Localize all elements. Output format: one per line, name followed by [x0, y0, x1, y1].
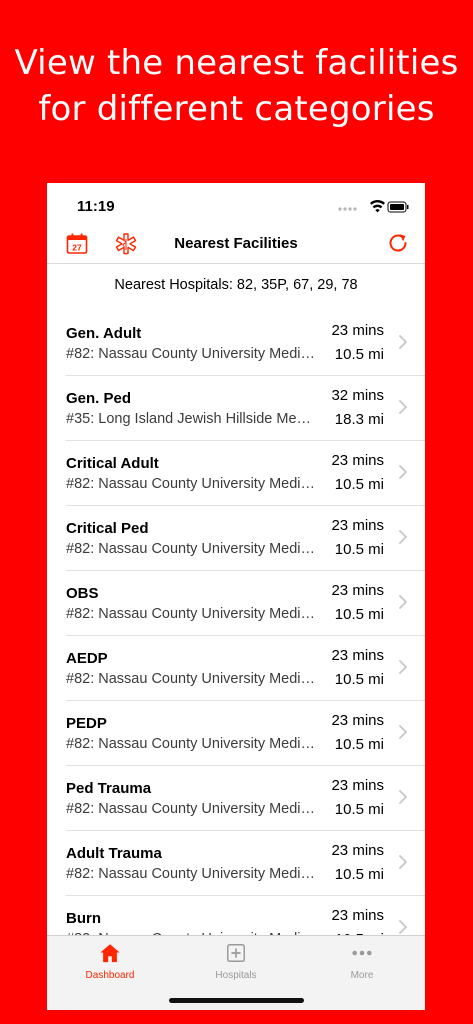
hospital-plus-icon	[227, 944, 245, 962]
facility-hospital: #82: Nassau County University Medical Ce…	[66, 346, 318, 362]
facility-row[interactable]: Critical Adult #82: Nassau County Univers…	[66, 441, 425, 506]
headline-line-2: for different categories	[38, 89, 435, 129]
facility-row[interactable]: OBS #82: Nassau County University Medical…	[66, 571, 425, 636]
chevron-right-icon	[399, 790, 407, 804]
facility-hospital: #82: Nassau County University Medical Ce…	[66, 801, 318, 817]
status-time: 11:19	[77, 198, 115, 215]
facility-hospital: #82: Nassau County University Medical Ce…	[66, 606, 318, 622]
facilities-list: Gen. Adult #82: Nassau County University …	[47, 311, 425, 961]
facility-hospital: #35: Long Island Jewish Hillside Medical…	[66, 411, 318, 427]
navigation-bar: 27 Nearest Facilities	[47, 227, 425, 264]
chevron-right-icon	[399, 465, 407, 479]
facility-row[interactable]: Gen. Adult #82: Nassau County University …	[66, 311, 425, 376]
facility-distance: 10.5 mi	[334, 606, 384, 623]
facility-travel-time: 23 mins	[331, 582, 384, 599]
tab-label: More	[350, 970, 374, 981]
facility-category: OBS	[66, 585, 99, 602]
facility-travel-time: 23 mins	[331, 842, 384, 859]
tab-label: Hospitals	[215, 970, 257, 981]
more-dots-icon	[352, 950, 372, 956]
facility-distance: 10.5 mi	[334, 476, 384, 493]
facility-distance: 10.5 mi	[334, 671, 384, 688]
facility-category: Adult Trauma	[66, 845, 162, 862]
facility-row[interactable]: Critical Ped #82: Nassau County Universit…	[66, 506, 425, 571]
chevron-right-icon	[399, 595, 407, 609]
facility-category: AEDP	[66, 650, 108, 667]
facility-category: Burn	[66, 910, 101, 927]
facility-distance: 18.3 mi	[334, 411, 384, 428]
tab-hospitals[interactable]: Hospitals	[173, 942, 299, 981]
promo-headline: View the nearest facilities for differen…	[0, 40, 473, 132]
facility-distance: 10.5 mi	[334, 346, 384, 363]
facility-hospital: #82: Nassau County University Medical Ce…	[66, 671, 318, 687]
battery-icon	[387, 201, 409, 213]
phone-screen: 11:19 27 Nearest Facilities Nearest Hosp…	[47, 183, 425, 1010]
facility-category: Gen. Ped	[66, 390, 132, 407]
home-icon	[100, 944, 120, 963]
facility-hospital: #82: Nassau County University Medical Ce…	[66, 541, 318, 557]
facility-travel-time: 23 mins	[331, 712, 384, 729]
chevron-right-icon	[399, 920, 407, 934]
headline-line-1: View the nearest facilities	[14, 43, 459, 83]
facility-category: Gen. Adult	[66, 325, 142, 342]
facility-distance: 10.5 mi	[334, 541, 384, 558]
facility-travel-time: 23 mins	[331, 517, 384, 534]
nearest-hospitals-summary: Nearest Hospitals: 82, 35P, 67, 29, 78	[114, 277, 358, 293]
page-title: Nearest Facilities	[174, 235, 298, 252]
facility-distance: 10.5 mi	[334, 866, 384, 883]
facility-travel-time: 32 mins	[331, 387, 384, 404]
facility-category: PEDP	[66, 715, 107, 732]
facility-row[interactable]: AEDP #82: Nassau County University Medica…	[66, 636, 425, 701]
facility-row[interactable]: Ped Trauma #82: Nassau County University …	[66, 766, 425, 831]
status-icons	[338, 200, 409, 213]
facility-row[interactable]: Gen. Ped #35: Long Island Jewish Hillside…	[66, 376, 425, 441]
facility-distance: 10.5 mi	[334, 736, 384, 753]
status-bar: 11:19	[47, 183, 425, 227]
wifi-icon	[370, 200, 385, 213]
home-indicator[interactable]	[169, 998, 304, 1003]
facility-travel-time: 23 mins	[331, 647, 384, 664]
tab-label: Dashboard	[85, 970, 135, 981]
facility-travel-time: 23 mins	[331, 777, 384, 794]
chevron-right-icon	[399, 660, 407, 674]
facility-row[interactable]: PEDP #82: Nassau County University Medica…	[66, 701, 425, 766]
facility-row[interactable]: Adult Trauma #82: Nassau County Universit…	[66, 831, 425, 896]
tab-more[interactable]: More	[299, 942, 425, 981]
facility-travel-time: 23 mins	[331, 452, 384, 469]
chevron-right-icon	[399, 725, 407, 739]
facility-travel-time: 23 mins	[331, 907, 384, 924]
chevron-right-icon	[399, 335, 407, 349]
facility-hospital: #82: Nassau County University Medical Ce…	[66, 476, 318, 492]
facility-distance: 10.5 mi	[334, 801, 384, 818]
chevron-right-icon	[399, 530, 407, 544]
facility-category: Critical Adult	[66, 455, 159, 472]
tab-dashboard[interactable]: Dashboard	[47, 942, 173, 981]
chevron-right-icon	[399, 855, 407, 869]
facility-hospital: #82: Nassau County University Medical Ce…	[66, 866, 318, 882]
facility-category: Ped Trauma	[66, 780, 152, 797]
facility-category: Critical Ped	[66, 520, 149, 537]
facility-travel-time: 23 mins	[331, 322, 384, 339]
chevron-right-icon	[399, 400, 407, 414]
cellular-signal-icon	[338, 207, 357, 211]
facility-hospital: #82: Nassau County University Medical Ce…	[66, 736, 318, 752]
refresh-icon[interactable]	[387, 232, 411, 256]
